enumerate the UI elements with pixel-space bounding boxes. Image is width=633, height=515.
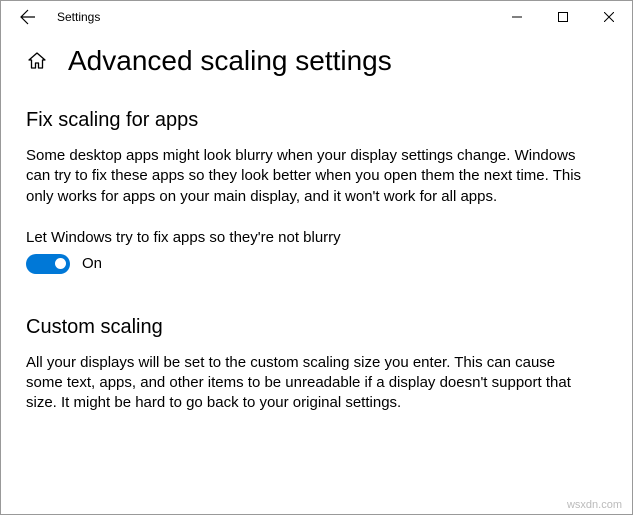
maximize-icon <box>558 12 568 22</box>
watermark: wsxdn.com <box>567 499 622 511</box>
fix-scaling-toggle[interactable] <box>26 254 70 274</box>
fix-scaling-toggle-label: Let Windows try to fix apps so they're n… <box>26 229 607 246</box>
close-button[interactable] <box>586 1 632 33</box>
home-icon <box>27 51 47 71</box>
fix-scaling-heading: Fix scaling for apps <box>26 109 607 132</box>
minimize-button[interactable] <box>494 1 540 33</box>
minimize-icon <box>512 12 522 22</box>
custom-scaling-heading: Custom scaling <box>26 316 607 339</box>
toggle-knob <box>55 258 66 269</box>
window-controls <box>494 1 632 33</box>
maximize-button[interactable] <box>540 1 586 33</box>
home-button[interactable] <box>26 50 48 72</box>
window-title: Settings <box>57 10 100 24</box>
page-title: Advanced scaling settings <box>68 45 392 77</box>
custom-scaling-description: All your displays will be set to the cus… <box>26 353 586 414</box>
fix-scaling-toggle-state: On <box>82 255 102 272</box>
close-icon <box>604 12 614 22</box>
content-area: Fix scaling for apps Some desktop apps m… <box>1 109 632 414</box>
fix-scaling-toggle-row: On <box>26 254 607 274</box>
back-button[interactable] <box>9 1 47 33</box>
titlebar: Settings <box>1 1 632 33</box>
fix-scaling-description: Some desktop apps might look blurry when… <box>26 146 586 207</box>
page-header: Advanced scaling settings <box>1 33 632 95</box>
arrow-left-icon <box>20 9 36 25</box>
